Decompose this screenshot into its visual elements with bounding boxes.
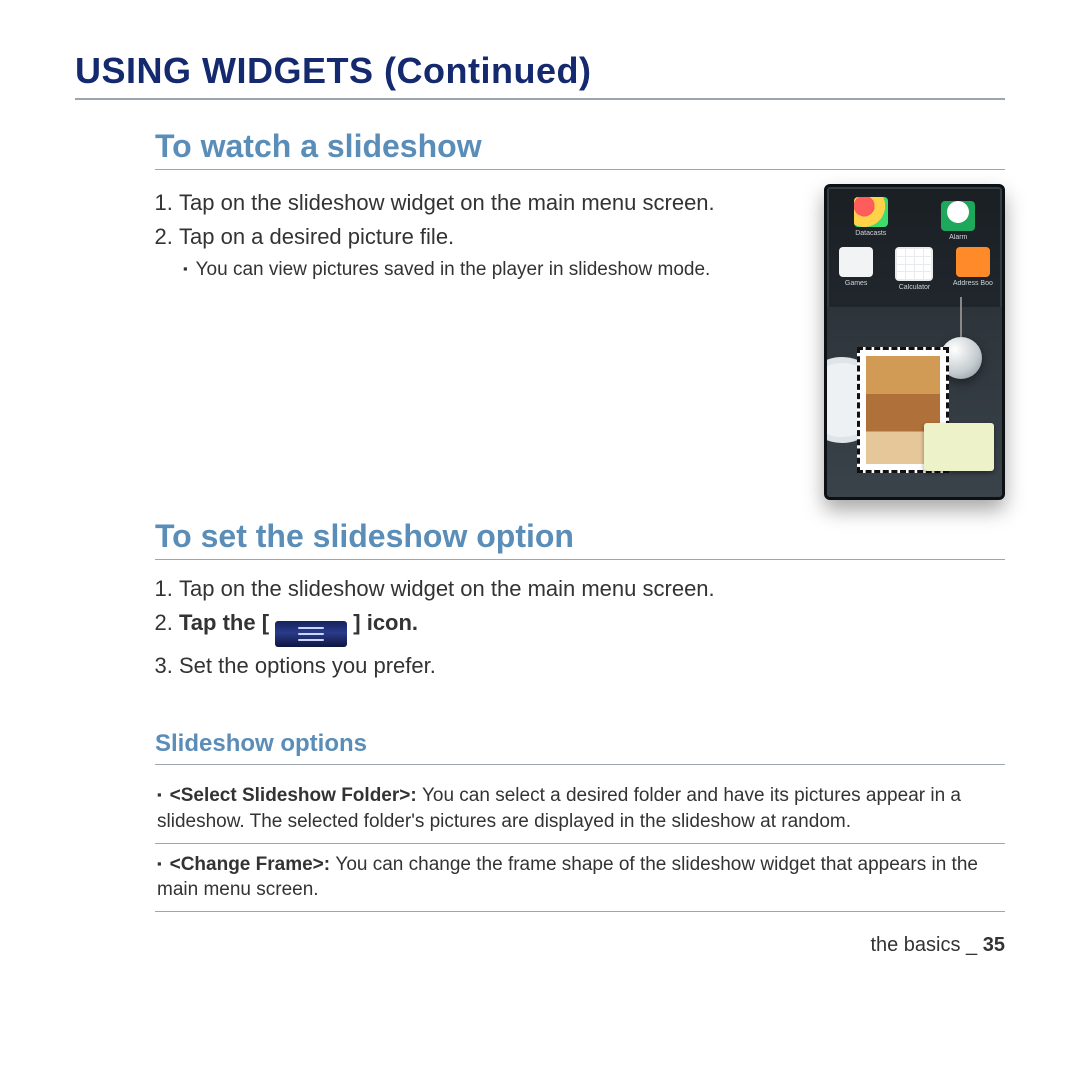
- steps-watch-slideshow: Tap on the slideshow widget on the main …: [155, 188, 806, 283]
- app-icon-datacasts: Datacasts: [851, 197, 891, 241]
- step-note: You can view pictures saved in the playe…: [183, 257, 806, 283]
- icon-label: Games: [836, 280, 876, 287]
- menu-icon: [275, 621, 347, 647]
- icon-label: Alarm: [938, 234, 978, 241]
- icon-label: Calculator: [894, 284, 934, 291]
- steps-set-slideshow-option: Tap on the slideshow widget on the main …: [155, 574, 1005, 680]
- option-label: <Select Slideshow Folder>:: [170, 785, 422, 806]
- alarm-icon: [941, 201, 975, 231]
- sticky-note: [924, 423, 994, 471]
- icon-label: Address Book: [953, 280, 993, 287]
- footer-page-number: 35: [983, 934, 1005, 956]
- slideshow-options-heading: Slideshow options: [155, 730, 1005, 758]
- app-icon-address-book: Address Book: [953, 247, 993, 291]
- icon-label: Datacasts: [851, 230, 891, 237]
- step-prefix: Tap the [: [179, 610, 275, 635]
- list-item: Tap the [ ] icon.: [179, 608, 1005, 647]
- step-text: Tap on a desired picture file.: [179, 224, 454, 249]
- datacasts-icon: [854, 197, 888, 227]
- option-label: <Change Frame>:: [170, 854, 336, 875]
- page-title: USING WIDGETS (Continued): [75, 50, 1005, 100]
- step-text: Tap on the slideshow widget on the main …: [179, 576, 715, 601]
- games-icon: [839, 247, 873, 277]
- footer-section: the basics: [870, 934, 960, 956]
- app-icon-calculator: Calculator: [894, 247, 934, 291]
- list-item: <Change Frame>: You can change the frame…: [155, 844, 1005, 912]
- list-item: Set the options you prefer.: [179, 651, 1005, 681]
- list-item: <Select Slideshow Folder>: You can selec…: [155, 775, 1005, 843]
- list-item: Tap on the slideshow widget on the main …: [179, 574, 1005, 604]
- step-text: Set the options you prefer.: [179, 653, 436, 678]
- address-book-icon: [956, 247, 990, 277]
- note-text: You can view pictures saved in the playe…: [183, 257, 806, 283]
- slideshow-options-list: <Select Slideshow Folder>: You can selec…: [155, 775, 1005, 912]
- app-icon-alarm: Alarm: [938, 197, 978, 241]
- step-suffix: ] icon.: [347, 610, 418, 635]
- section-heading-slideshow-watch: To watch a slideshow: [155, 128, 1005, 170]
- footer-sep: _: [961, 934, 983, 956]
- device-screenshot: Datacasts Alarm Games Calculator Address…: [824, 184, 1005, 500]
- list-item: Tap on the slideshow widget on the main …: [179, 188, 806, 218]
- calculator-icon: [895, 247, 933, 281]
- list-item: Tap on a desired picture file. You can v…: [179, 222, 806, 283]
- section-heading-slideshow-option: To set the slideshow option: [155, 518, 1005, 560]
- page-footer: the basics _ 35: [155, 934, 1005, 957]
- app-icon-games: Games: [836, 247, 876, 291]
- divider: [155, 764, 1005, 765]
- step-text: Tap on the slideshow widget on the main …: [179, 190, 715, 215]
